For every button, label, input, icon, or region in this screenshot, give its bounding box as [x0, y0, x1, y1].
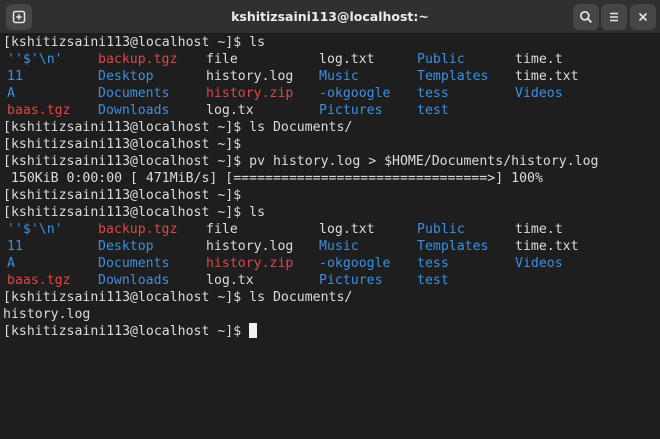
- search-button[interactable]: [573, 4, 599, 30]
- ls-output-row: A Documents history.zip -okgoogle tess Videos: [3, 255, 660, 272]
- directory-entry: tess: [417, 86, 449, 101]
- file-entry: time.t: [515, 52, 563, 67]
- terminal-output[interactable]: [kshitizsaini113@localhost ~]$ ls ''$'\n'…: [3, 34, 660, 340]
- file-entry: history.log: [206, 69, 294, 84]
- file-entry: history.log: [206, 239, 294, 254]
- file-entry: log.txt: [319, 52, 375, 67]
- file-entry: log.tx: [206, 103, 254, 118]
- directory-entry: A: [7, 256, 15, 271]
- ls-output-row: 11 Desktop history.log Music Templates time.t…: [3, 238, 660, 255]
- directory-entry: Documents: [98, 86, 170, 101]
- file-entry: time.t: [515, 222, 563, 237]
- close-icon: [636, 10, 650, 24]
- line-text: [kshitizsaini113@localhost ~]$: [3, 137, 242, 152]
- close-button[interactable]: [630, 4, 656, 30]
- file-entry: log.txt: [319, 222, 375, 237]
- directory-entry: A: [7, 86, 15, 101]
- window-title: kshitizsaini113@localhost:~: [231, 9, 429, 24]
- archive-entry: baas.tgz: [7, 273, 71, 288]
- ls-output-row: ''$'\n' backup.tgz file log.txt Public time.t: [3, 221, 660, 238]
- directory-entry: Downloads: [98, 103, 170, 118]
- file-entry: time.txt: [515, 69, 579, 84]
- directory-entry: 11: [7, 239, 23, 254]
- terminal-window: kshitizsaini113@localhost:~ [kshitizsain…: [0, 0, 660, 439]
- terminal-line: [kshitizsaini113@localhost ~]$ pv histor…: [3, 153, 660, 170]
- directory-entry: tess: [417, 256, 449, 271]
- directory-entry: -okgoogle: [319, 86, 391, 101]
- line-text: [kshitizsaini113@localhost ~]$ ls Docume…: [3, 290, 353, 305]
- line-text: [kshitizsaini113@localhost ~]$ ls: [3, 35, 266, 50]
- file-entry: time.txt: [515, 239, 579, 254]
- terminal-line: [kshitizsaini113@localhost ~]$: [3, 187, 660, 204]
- directory-entry: Templates: [417, 239, 489, 254]
- menu-button[interactable]: [601, 4, 627, 30]
- directory-entry: Public: [417, 52, 465, 67]
- archive-entry: backup.tgz: [98, 222, 178, 237]
- directory-entry: -okgoogle: [319, 256, 391, 271]
- ls-output-row: ''$'\n' backup.tgz file log.txt Public time.t: [3, 51, 660, 68]
- terminal-line: [kshitizsaini113@localhost ~]$: [3, 136, 660, 153]
- terminal-line: history.log: [3, 306, 660, 323]
- line-text: [kshitizsaini113@localhost ~]$ ls: [3, 205, 266, 220]
- directory-entry: test: [417, 273, 449, 288]
- ls-output-row: baas.tgz Downloads log.tx Pictures test: [3, 102, 660, 119]
- hamburger-menu-icon: [607, 10, 621, 24]
- archive-entry: history.zip: [206, 86, 294, 101]
- directory-entry: Videos: [515, 86, 563, 101]
- terminal-line: [kshitizsaini113@localhost ~]$ ls Docume…: [3, 289, 660, 306]
- directory-entry: Videos: [515, 256, 563, 271]
- directory-entry: Desktop: [98, 239, 154, 254]
- archive-entry: backup.tgz: [98, 52, 178, 67]
- directory-entry: Pictures: [319, 103, 383, 118]
- directory-entry: Music: [319, 239, 359, 254]
- line-text: [kshitizsaini113@localhost ~]$ pv histor…: [3, 154, 599, 169]
- directory-entry: Music: [319, 69, 359, 84]
- line-text: history.log: [3, 307, 91, 322]
- search-icon: [579, 10, 593, 24]
- file-entry: log.tx: [206, 273, 254, 288]
- ls-output-row: A Documents history.zip -okgoogle tess Videos: [3, 85, 660, 102]
- archive-entry: history.zip: [206, 256, 294, 271]
- line-text: [kshitizsaini113@localhost ~]$ ls Docume…: [3, 120, 353, 135]
- file-entry: file: [206, 222, 238, 237]
- directory-entry: Public: [417, 222, 465, 237]
- archive-entry: baas.tgz: [7, 103, 71, 118]
- directory-entry: ''$'\n': [7, 52, 63, 67]
- directory-entry: Desktop: [98, 69, 154, 84]
- prompt-text: [kshitizsaini113@localhost ~]$: [3, 324, 250, 339]
- terminal-line: 150KiB 0:00:00 [ 471MiB/s] [============…: [3, 170, 660, 187]
- title-bar: kshitizsaini113@localhost:~: [0, 0, 660, 34]
- text-cursor: [249, 323, 258, 338]
- line-text: 150KiB 0:00:00 [ 471MiB/s] [============…: [3, 171, 543, 186]
- terminal-line: [kshitizsaini113@localhost ~]$ ls: [3, 34, 660, 51]
- line-text: [kshitizsaini113@localhost ~]$: [3, 188, 242, 203]
- file-entry: file: [206, 52, 238, 67]
- active-prompt-line: [kshitizsaini113@localhost ~]$: [3, 323, 660, 340]
- terminal-line: [kshitizsaini113@localhost ~]$ ls Docume…: [3, 119, 660, 136]
- directory-entry: Pictures: [319, 273, 383, 288]
- ls-output-row: 11 Desktop history.log Music Templates time.t…: [3, 68, 660, 85]
- directory-entry: Documents: [98, 256, 170, 271]
- ls-output-row: baas.tgz Downloads log.tx Pictures test: [3, 272, 660, 289]
- directory-entry: test: [417, 103, 449, 118]
- directory-entry: Templates: [417, 69, 489, 84]
- directory-entry: Downloads: [98, 273, 170, 288]
- terminal-line: [kshitizsaini113@localhost ~]$ ls: [3, 204, 660, 221]
- directory-entry: 11: [7, 69, 23, 84]
- directory-entry: ''$'\n': [7, 222, 63, 237]
